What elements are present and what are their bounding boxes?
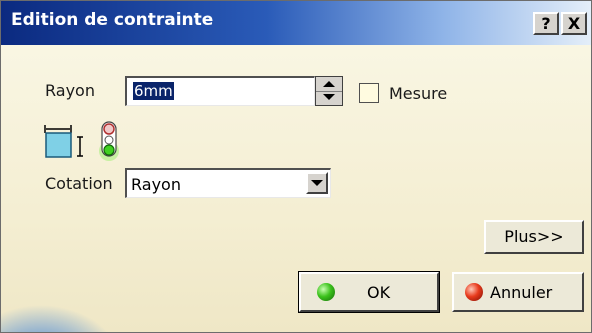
ok-status-icon <box>317 283 335 301</box>
chevron-down-icon[interactable] <box>306 172 328 194</box>
ok-label: OK <box>367 283 391 302</box>
dialog-title: Edition de contrainte <box>11 10 214 30</box>
spin-up-button[interactable] <box>316 77 342 92</box>
ok-button[interactable]: OK <box>298 271 440 313</box>
title-bar[interactable]: Edition de contrainte ? X <box>1 1 591 45</box>
dimension-icon <box>44 125 83 158</box>
radius-input[interactable]: 6mm <box>125 76 315 106</box>
close-button[interactable]: X <box>561 12 587 35</box>
dimensioning-selected: Rayon <box>131 175 181 194</box>
dimensioning-select[interactable]: Rayon <box>125 168 331 198</box>
measure-label: Mesure <box>389 84 448 103</box>
traffic-light-icon <box>99 121 119 161</box>
more-button[interactable]: Plus>> <box>484 220 584 254</box>
dimensioning-label: Cotation <box>45 174 113 193</box>
constraint-edit-dialog: Edition de contrainte ? X Rayon 6mm Mesu… <box>0 0 592 333</box>
radius-spinner[interactable] <box>315 76 343 106</box>
spin-down-button[interactable] <box>316 91 342 105</box>
help-button[interactable]: ? <box>533 12 559 35</box>
radius-label: Rayon <box>45 81 95 100</box>
measure-checkbox[interactable] <box>359 83 379 103</box>
cancel-status-icon <box>465 283 483 301</box>
cancel-button[interactable]: Annuler <box>452 272 584 312</box>
radius-value: 6mm <box>133 82 174 100</box>
cancel-label: Annuler <box>490 283 553 302</box>
